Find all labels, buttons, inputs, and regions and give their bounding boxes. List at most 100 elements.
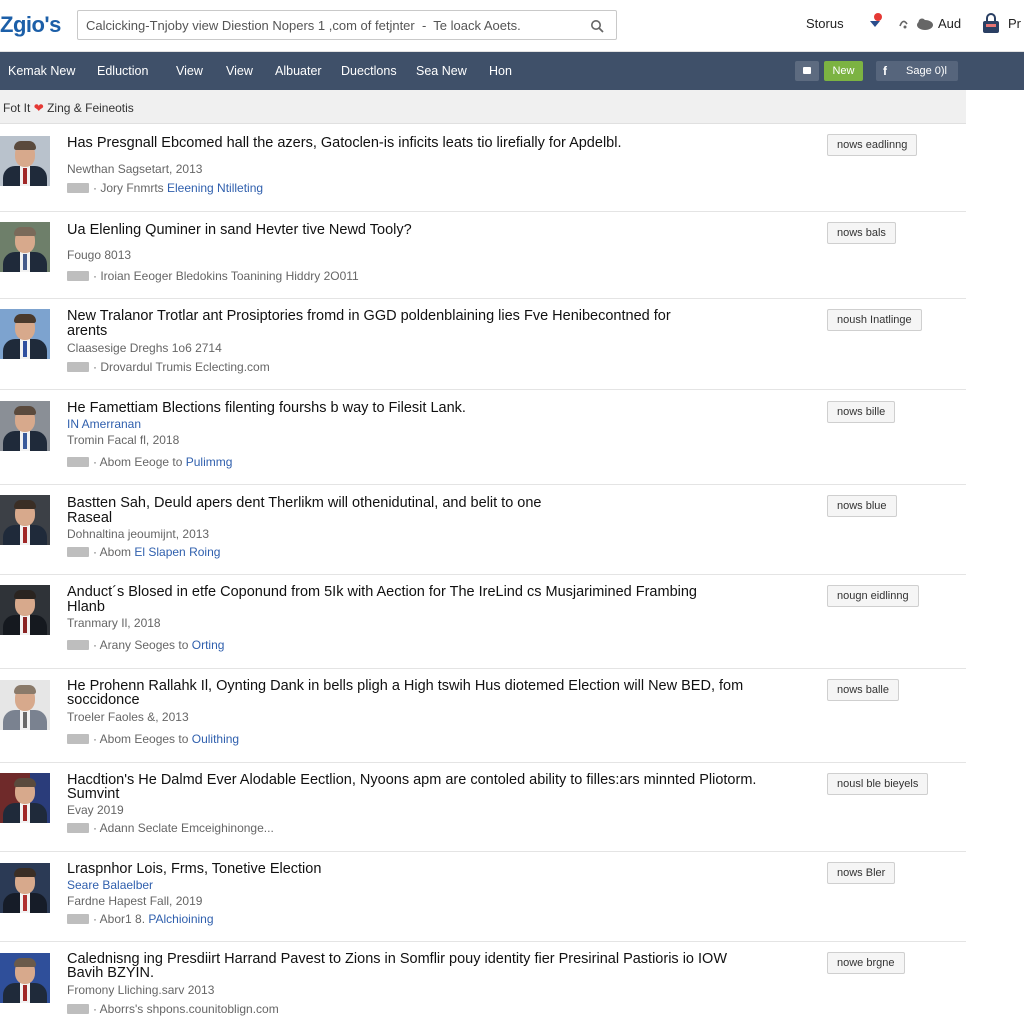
facebook-share-button[interactable]: f Sage 0)l: [876, 61, 958, 81]
article-title-line2[interactable]: arents: [67, 324, 107, 339]
article-thumbnail[interactable]: [0, 773, 50, 823]
article-meta: Fromony Lliching.sarv 2013: [67, 983, 215, 997]
article-title[interactable]: Bastten Sah, Deuld apers dent Therlikm w…: [67, 496, 542, 511]
article-title[interactable]: Hacdtion's He Dalmd Ever Alodable Eectli…: [67, 773, 756, 788]
article-tag[interactable]: nousl ble bieyels: [827, 773, 929, 795]
article-meta: Newthan Sagsetart, 2013: [67, 162, 203, 176]
source-text: · Drovardul Trumis Eclecting.com: [93, 360, 270, 374]
source-text: · Abom Eeoge to: [93, 455, 186, 469]
lock-icon[interactable]: [981, 12, 1001, 34]
aud-link[interactable]: Aud: [938, 16, 961, 31]
article-author[interactable]: IN Amerranan: [67, 417, 141, 431]
nav-item-albuater[interactable]: Albuater: [275, 64, 322, 78]
article-thumbnail[interactable]: [0, 585, 50, 635]
cloud-icon[interactable]: [897, 16, 935, 30]
article-tag[interactable]: nowe brgne: [827, 952, 905, 974]
article-title[interactable]: Anduct´s Blosed in etfe Coponund from 5I…: [67, 585, 697, 600]
article-thumbnail[interactable]: [0, 953, 50, 1003]
article-item: He Famettiam Blections filenting fourshs…: [0, 390, 966, 485]
article-thumbnail[interactable]: [0, 136, 50, 186]
article-source: · Abom El Slapen Roing: [67, 545, 220, 559]
article-title[interactable]: Calednisng ing Presdiirt Harrand Pavest …: [67, 952, 727, 967]
article-title-line2[interactable]: Bavih BZYIN.: [67, 966, 154, 981]
source-icon: [67, 547, 89, 557]
article-thumbnail[interactable]: [0, 401, 50, 451]
article-meta: Tromin Facal fl, 2018: [67, 433, 180, 447]
article-meta: Claasesige Dreghs 1o6 2714: [67, 341, 222, 355]
nav-item-duectlons[interactable]: Duectlons: [341, 64, 397, 78]
article-source: · Adann Seclate Emceighinonge...: [67, 821, 274, 835]
search-icon[interactable]: [590, 19, 604, 33]
article-item: Anduct´s Blosed in etfe Coponund from 5I…: [0, 575, 966, 669]
source-link[interactable]: Eleening Ntilleting: [167, 181, 263, 195]
article-item: Has Presgnall Ebcomed hall the azers, Ga…: [0, 124, 966, 212]
search-input[interactable]: [86, 15, 586, 35]
source-link[interactable]: PAlchioining: [148, 912, 213, 926]
source-text: · Abom Eeoges to: [93, 732, 192, 746]
nav-item-view[interactable]: View: [176, 64, 203, 78]
nav-item-view-2[interactable]: View: [226, 64, 253, 78]
article-item: Lraspnhor Lois, Frms, Tonetive Election …: [0, 852, 966, 942]
source-icon: [67, 914, 89, 924]
article-title[interactable]: Lraspnhor Lois, Frms, Tonetive Election: [67, 862, 321, 877]
stories-link[interactable]: Storus: [806, 16, 844, 31]
heart-icon: ❤: [33, 101, 44, 115]
source-link[interactable]: Oulithing: [192, 732, 239, 746]
article-source: · Abor1 8. PAlchioining: [67, 912, 214, 926]
source-link[interactable]: Pulimmg: [186, 455, 233, 469]
article-meta: Dohnaltina jeoumijnt, 2013: [67, 527, 210, 541]
site-logo[interactable]: Zgio's: [0, 12, 61, 38]
facebook-icon: f: [883, 64, 887, 78]
article-meta: Tranmary Il, 2018: [67, 616, 161, 630]
nav-item-kemak-new[interactable]: Kemak New: [8, 64, 75, 78]
article-source: · Jory Fnmrts Eleening Ntilleting: [67, 181, 263, 195]
source-icon: [67, 823, 89, 833]
source-icon: [67, 457, 89, 467]
article-meta: Troeler Faoles &, 2013: [67, 710, 189, 724]
nav-item-hon[interactable]: Hon: [489, 64, 512, 78]
article-title[interactable]: He Prohenn Rallahk Il, Oynting Dank in b…: [67, 679, 743, 694]
article-item: Bastten Sah, Deuld apers dent Therlikm w…: [0, 485, 966, 575]
source-icon: [67, 640, 89, 650]
source-text: · Abom: [93, 545, 135, 559]
article-title[interactable]: Ua Elenling Quminer in sand Hevter tive …: [67, 223, 412, 238]
article-title-line2[interactable]: Hlanb: [67, 600, 105, 615]
article-thumbnail[interactable]: [0, 680, 50, 730]
article-title-line2[interactable]: Sumvint: [67, 787, 119, 802]
article-thumbnail[interactable]: [0, 309, 50, 359]
source-icon: [67, 734, 89, 744]
notification-heart-icon[interactable]: [866, 12, 884, 30]
article-title[interactable]: He Famettiam Blections filenting fourshs…: [67, 401, 466, 416]
article-tag[interactable]: nows Bler: [827, 862, 896, 884]
article-thumbnail[interactable]: [0, 222, 50, 272]
article-tag[interactable]: nows blue: [827, 495, 897, 517]
source-link[interactable]: El Slapen Roing: [134, 545, 220, 559]
article-tag[interactable]: nows bals: [827, 222, 896, 244]
article-title-line2[interactable]: soccidonce: [67, 693, 140, 708]
nav-item-edluction[interactable]: Edluction: [97, 64, 148, 78]
article-title[interactable]: New Tralanor Trotlar ant Prosiptories fr…: [67, 309, 671, 324]
source-text: · Adann Seclate Emceighinonge...: [93, 821, 274, 835]
source-link[interactable]: Orting: [192, 638, 225, 652]
article-meta: Fardne Hapest Fall, 2019: [67, 894, 203, 908]
article-tag[interactable]: nows bille: [827, 401, 896, 423]
article-title-line2[interactable]: Raseal: [67, 511, 112, 526]
article-source: · Aborrs's shpons.counitoblign.com: [67, 1002, 279, 1016]
article-tag[interactable]: nougn eidlinng: [827, 585, 919, 607]
article-tag[interactable]: noush Inatlinge: [827, 309, 922, 331]
new-button[interactable]: New: [824, 61, 863, 81]
camera-button[interactable]: [795, 61, 819, 81]
nav-item-sea-new[interactable]: Sea New: [416, 64, 467, 78]
sub-bar-suffix[interactable]: Zing & Feineotis: [47, 101, 134, 115]
profile-link[interactable]: Pr: [1008, 16, 1021, 31]
article-thumbnail[interactable]: [0, 495, 50, 545]
article-meta: Fougo 8013: [67, 248, 132, 262]
article-author[interactable]: Seare Balaelber: [67, 878, 153, 892]
search-box[interactable]: [77, 10, 617, 40]
source-text: · Iroian Eeoger Bledokins Toanining Hidd…: [93, 269, 359, 283]
article-thumbnail[interactable]: [0, 863, 50, 913]
article-tag[interactable]: nows eadlinng: [827, 134, 918, 156]
article-title[interactable]: Has Presgnall Ebcomed hall the azers, Ga…: [67, 136, 621, 151]
sub-bar: Fot It ❤ Zing & Feineotis: [0, 90, 966, 124]
article-tag[interactable]: nows balle: [827, 679, 899, 701]
